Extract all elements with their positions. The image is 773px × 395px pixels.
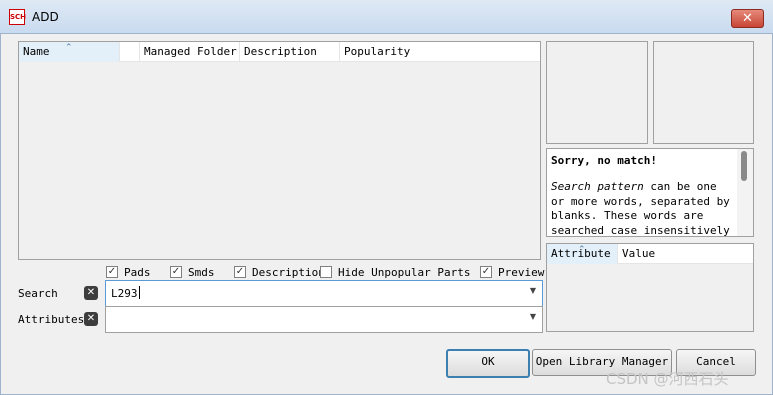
column-header-name[interactable]: Name ⌃ [19, 42, 120, 62]
column-header-label: Value [622, 247, 656, 260]
window-title: ADD [32, 10, 59, 24]
description-heading: Sorry, no match! [551, 154, 657, 167]
title-bar[interactable]: SCH ADD ✕ [0, 0, 773, 34]
schematic-preview [546, 41, 648, 144]
chevron-down-icon[interactable]: ▼ [530, 312, 536, 321]
column-header-label: Managed Folder [144, 45, 237, 58]
column-header-description[interactable]: Description [240, 42, 340, 62]
search-value: L293 [111, 286, 140, 300]
column-header-attribute[interactable]: Attribute ⌃ [547, 244, 618, 264]
checkbox-box[interactable]: ✓ [170, 266, 182, 278]
check-icon: ✓ [171, 266, 181, 277]
parts-table-header: Name ⌃ Managed Folder Description Popula… [19, 42, 540, 62]
package-preview [653, 41, 754, 144]
check-icon: ✓ [481, 266, 491, 277]
attributes-table-header: Attribute ⌃ Value [547, 244, 753, 264]
column-header-value[interactable]: Value [618, 244, 753, 264]
search-label: Search [18, 287, 58, 300]
text-caret [138, 286, 140, 299]
checkbox-label: Pads [124, 266, 151, 279]
chevron-down-icon[interactable]: ▼ [530, 286, 536, 295]
clear-search-icon[interactable]: ✕ [84, 286, 98, 300]
column-header-label: Name [23, 45, 50, 58]
scrollbar-thumb[interactable] [741, 151, 747, 181]
description-panel: Sorry, no match! Search pattern can be o… [546, 148, 754, 237]
checkbox-label: Smds [188, 266, 215, 279]
checkbox-box[interactable]: ✓ [480, 266, 492, 278]
clear-attributes-icon[interactable]: ✕ [84, 312, 98, 326]
parts-table[interactable]: Name ⌃ Managed Folder Description Popula… [18, 41, 541, 260]
attributes-table[interactable]: Attribute ⌃ Value [546, 243, 754, 332]
attributes-input[interactable]: ▼ [105, 306, 543, 333]
watermark: CSDN @河西石头 [606, 370, 729, 388]
sort-ascending-icon: ⌃ [578, 245, 586, 255]
column-header-label: Description [244, 45, 317, 58]
app-icon: SCH [9, 9, 26, 25]
checkbox-box[interactable]: ✓ [320, 266, 332, 278]
column-header-spacer [120, 42, 140, 62]
ok-button[interactable]: OK [446, 349, 530, 378]
close-button[interactable]: ✕ [731, 9, 764, 28]
checkbox-box[interactable]: ✓ [106, 266, 118, 278]
column-header-managed-folder[interactable]: Managed Folder [140, 42, 240, 62]
check-icon: ✓ [107, 266, 117, 277]
checkbox-label: Hide Unpopular Parts [338, 266, 471, 279]
sort-ascending-icon: ⌃ [65, 43, 73, 53]
column-header-popularity[interactable]: Popularity [340, 42, 540, 62]
description-emphasis: Search pattern [551, 180, 644, 193]
description-scrollbar[interactable] [737, 149, 753, 236]
checkbox-box[interactable]: ✓ [234, 266, 246, 278]
column-header-label: Popularity [344, 45, 411, 58]
attributes-label: Attributes [18, 313, 85, 326]
close-icon: ✕ [742, 11, 753, 26]
check-icon: ✓ [235, 266, 245, 277]
search-input[interactable]: L293 ▼ [105, 280, 543, 307]
checkbox-label: Preview [498, 266, 545, 279]
description-text: Search pattern can be one or more words,… [551, 180, 733, 236]
checkbox-label: Description [252, 266, 325, 279]
